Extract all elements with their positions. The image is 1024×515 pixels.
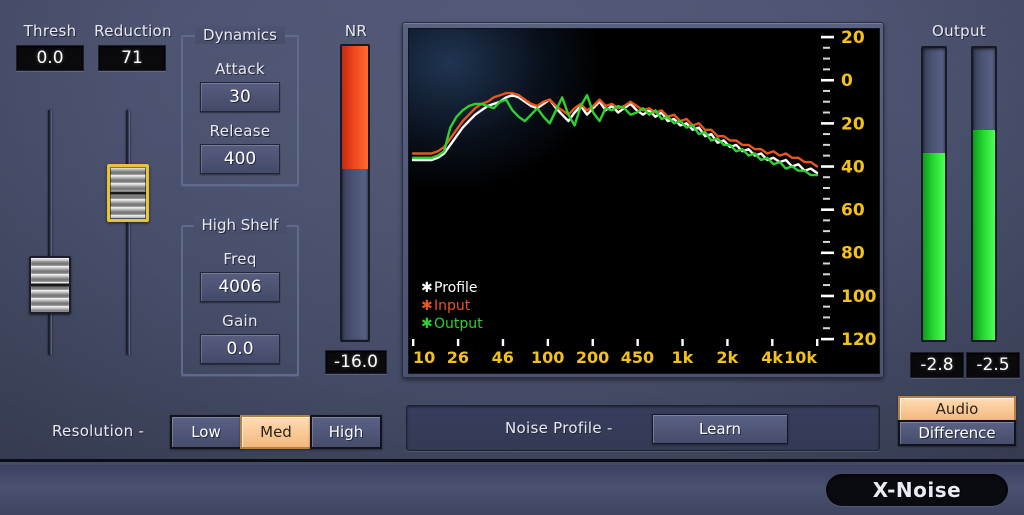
- gain-value[interactable]: 0.0: [200, 334, 280, 364]
- main-panel: Thresh 0.0 Reduction 71 Dynamics Attack …: [0, 0, 1024, 462]
- resolution-label: Resolution -: [52, 422, 145, 440]
- view-mode-selector: Audio Difference: [898, 396, 1016, 446]
- resolution-selector: Low Med High: [170, 415, 382, 449]
- high-shelf-group: High Shelf Freq 4006 Gain 0.0: [181, 216, 299, 376]
- svg-text:100: 100: [531, 348, 564, 367]
- gain-label: Gain: [222, 312, 258, 330]
- nr-meter-fill: [342, 46, 368, 170]
- legend-item-output: ✱Output: [421, 315, 483, 333]
- svg-text:1k: 1k: [671, 348, 693, 367]
- svg-text:200: 200: [576, 348, 609, 367]
- legend-label-output: Output: [434, 316, 483, 332]
- nr-label: NR: [344, 22, 368, 40]
- threshold-slider-track[interactable]: [48, 110, 52, 355]
- view-mode-difference[interactable]: Difference: [898, 420, 1016, 446]
- threshold-label: Thresh: [23, 22, 77, 40]
- freq-value[interactable]: 4006: [200, 272, 280, 302]
- attack-label: Attack: [215, 60, 265, 78]
- svg-text:80: 80: [841, 244, 865, 264]
- handle-midline: [31, 283, 69, 287]
- bottom-bar: X-Noise: [0, 465, 1024, 515]
- release-label: Release: [209, 122, 271, 140]
- dynamics-group: Dynamics Attack 30 Release 400: [181, 26, 299, 186]
- nr-meter: [340, 44, 370, 342]
- dynamics-group-title: Dynamics: [195, 26, 285, 44]
- reduction-slider-track[interactable]: [126, 110, 130, 355]
- svg-text:26: 26: [447, 348, 469, 367]
- svg-text:450: 450: [621, 348, 654, 367]
- output-meter-right-fill: [973, 129, 995, 340]
- freq-label: Freq: [223, 250, 257, 268]
- view-mode-audio[interactable]: Audio: [898, 396, 1016, 422]
- svg-text:40: 40: [841, 157, 865, 177]
- output-meter-right: [971, 46, 997, 342]
- spectrum-display: ✱Profile ✱Input ✱Output 20 0 20 40 60 80 100 12…: [402, 22, 884, 378]
- noise-profile-label: Noise Profile -: [505, 419, 613, 437]
- svg-text:0: 0: [841, 71, 853, 91]
- reduction-slider-handle[interactable]: [107, 164, 149, 223]
- threshold-value: 0.0: [16, 45, 84, 71]
- svg-text:20: 20: [841, 114, 865, 134]
- legend-label-profile: Profile: [434, 280, 478, 296]
- threshold-slider-handle[interactable]: [29, 255, 71, 314]
- svg-text:10k: 10k: [784, 348, 817, 367]
- high-shelf-group-title: High Shelf: [193, 216, 287, 234]
- svg-text:100: 100: [841, 287, 877, 307]
- output-meter-left: [921, 46, 947, 342]
- output-label: Output: [932, 22, 986, 40]
- x-axis: 10 26 46 100 200 450 1k 2k 4k 10k: [412, 339, 819, 367]
- series-output: [411, 94, 819, 177]
- legend-item-input: ✱Input: [421, 297, 483, 315]
- reduction-label: Reduction: [94, 22, 172, 40]
- handle-midline: [110, 191, 146, 195]
- learn-button[interactable]: Learn: [652, 414, 788, 444]
- svg-text:10: 10: [413, 348, 435, 367]
- release-value[interactable]: 400: [200, 144, 280, 174]
- resolution-option-low[interactable]: Low: [170, 415, 242, 449]
- svg-text:20: 20: [841, 29, 865, 48]
- legend-marker-profile: ✱: [421, 280, 433, 296]
- noise-profile-panel: Noise Profile - Learn: [406, 405, 880, 451]
- reduction-value: 71: [98, 45, 166, 71]
- output-meter-left-fill: [923, 153, 945, 340]
- nr-meter-value: -16.0: [325, 350, 387, 374]
- svg-text:60: 60: [841, 201, 865, 221]
- resolution-option-high[interactable]: High: [310, 415, 382, 449]
- output-value-left: -2.8: [910, 352, 964, 378]
- legend-label-input: Input: [434, 298, 471, 314]
- plugin-name: X-Noise: [872, 478, 962, 502]
- x-noise-plugin-window: Thresh 0.0 Reduction 71 Dynamics Attack …: [0, 0, 1024, 515]
- attack-value[interactable]: 30: [200, 82, 280, 112]
- legend-item-profile: ✱Profile: [421, 279, 483, 297]
- output-value-right: -2.5: [966, 352, 1020, 378]
- spectrum-graph[interactable]: ✱Profile ✱Input ✱Output 20 0 20 40 60 80 100 12…: [408, 28, 880, 374]
- svg-text:4k: 4k: [761, 348, 783, 367]
- chart-legend: ✱Profile ✱Input ✱Output: [421, 279, 483, 333]
- svg-text:46: 46: [492, 348, 514, 367]
- brand-plate: X-Noise: [826, 474, 1008, 506]
- legend-marker-output: ✱: [421, 316, 433, 332]
- svg-text:2k: 2k: [716, 348, 738, 367]
- resolution-option-med[interactable]: Med: [240, 415, 312, 449]
- y-axis: 20020406080100120: [821, 29, 877, 350]
- legend-marker-input: ✱: [421, 298, 433, 314]
